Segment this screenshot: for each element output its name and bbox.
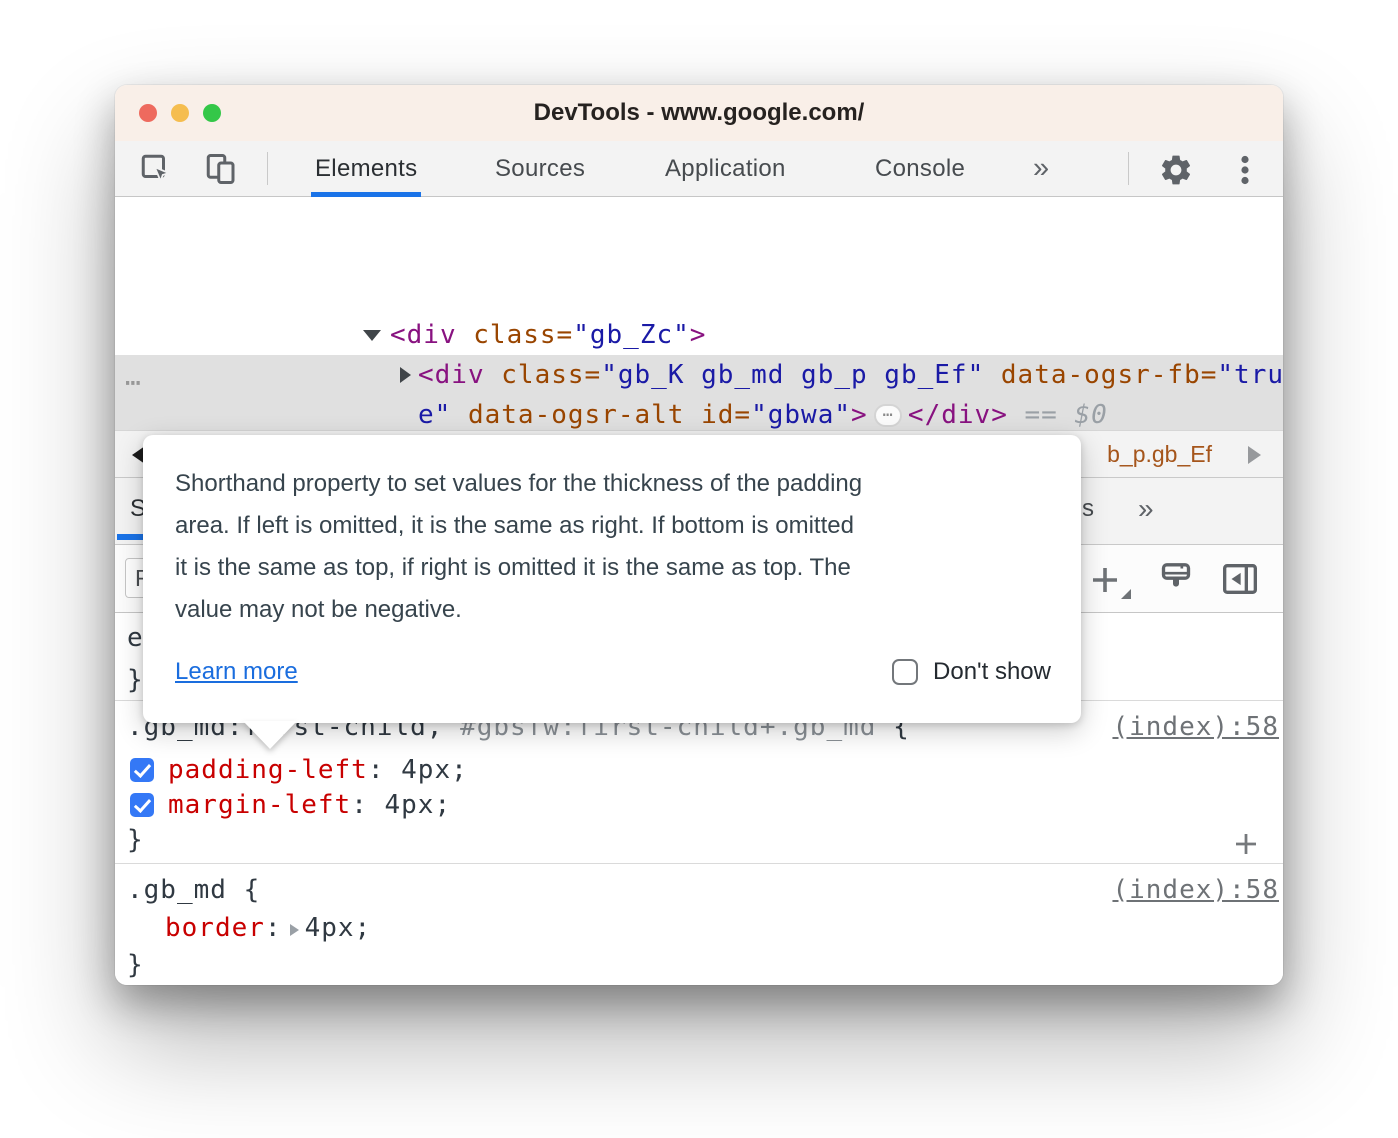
- dont-show-checkbox[interactable]: [892, 659, 918, 685]
- toolbar-divider: [1128, 152, 1129, 185]
- minimize-window-button[interactable]: [171, 104, 189, 122]
- rendering-brush-icon[interactable]: [1156, 559, 1196, 599]
- property-name[interactable]: margin-left: [168, 790, 351, 820]
- device-toolbar-icon[interactable]: [203, 151, 239, 187]
- tooltip-text-line: it is the same as top, if right is omitt…: [175, 547, 1051, 589]
- dom-node-selected-line-1[interactable]: <div class="gb_K gb_md gb_p gb_Ef" data-…: [418, 355, 1283, 395]
- breadcrumb-crumb[interactable]: b_p.gb_Ef: [1107, 431, 1212, 477]
- dont-show-control: Don't show: [892, 658, 1051, 686]
- tab-sources-label: Sources: [495, 155, 585, 182]
- css-declaration[interactable]: margin-left: 4px;: [168, 785, 451, 825]
- elements-tree-panel: ⋯ <div class="gb_Zc"> <div class="gb_K g…: [115, 197, 1283, 430]
- zoom-window-button[interactable]: [203, 104, 221, 122]
- tab-console-label: Console: [875, 155, 965, 182]
- colon: :: [265, 913, 282, 943]
- property-name[interactable]: padding-left: [168, 755, 368, 785]
- css-declaration[interactable]: padding-left: 4px;: [168, 750, 468, 790]
- tab-application-label: Application: [665, 155, 786, 182]
- tooltip-text-line: value may not be negative.: [175, 589, 1051, 631]
- sidebar-tab-fragment[interactable]: s: [1082, 478, 1094, 540]
- breadcrumb-scroll-right-icon[interactable]: [1248, 446, 1261, 464]
- tooltip-tail: [243, 721, 297, 749]
- dom-node-selected-line-2[interactable]: e" data-ogsr-alt id="gbwa">⋯</div> == $0: [418, 395, 1108, 430]
- property-name[interactable]: border: [165, 913, 265, 943]
- tab-application[interactable]: Application: [665, 141, 786, 197]
- property-checkbox-padding-left[interactable]: [130, 758, 154, 782]
- settings-gear-icon[interactable]: [1158, 152, 1194, 188]
- property-checkbox-margin-left[interactable]: [130, 793, 154, 817]
- learn-more-link[interactable]: Learn more: [175, 658, 298, 686]
- main-toolbar: Elements Sources Application Console »: [115, 141, 1283, 197]
- close-window-button[interactable]: [139, 104, 157, 122]
- tab-elements-label: Elements: [315, 155, 417, 182]
- tooltip-footer: Learn more Don't show: [175, 658, 1051, 686]
- dom-row-overflow-menu-icon[interactable]: ⋯: [125, 363, 140, 403]
- dont-show-label: Don't show: [933, 658, 1051, 686]
- traffic-lights: [139, 104, 221, 122]
- dom-node-line[interactable]: <div class="gb_Zc">: [390, 315, 706, 355]
- rule-close-brace: }: [127, 945, 144, 985]
- insert-declaration-plus-icon[interactable]: [1231, 829, 1261, 859]
- expand-arrow-icon[interactable]: [400, 367, 411, 383]
- tab-console[interactable]: Console: [875, 141, 965, 197]
- sidebar-more-tabs-icon[interactable]: »: [1138, 478, 1154, 540]
- tooltip-text-line: area. If left is omitted, it is the same…: [175, 505, 1051, 547]
- collapse-arrow-icon[interactable]: [363, 330, 381, 341]
- shorthand-expand-arrow-icon[interactable]: [290, 924, 299, 936]
- tab-elements[interactable]: Elements: [315, 141, 417, 197]
- element-style-close-brace: }: [127, 660, 144, 700]
- inspect-element-icon[interactable]: [138, 151, 174, 187]
- stylesheet-source-link[interactable]: (index):58: [1112, 707, 1279, 747]
- more-tabs-icon[interactable]: »: [1033, 141, 1049, 195]
- stylesheet-source-link[interactable]: (index):58: [1112, 870, 1279, 910]
- titlebar: DevTools - www.google.com/: [115, 85, 1283, 142]
- new-style-rule-dropdown-icon[interactable]: [1121, 589, 1131, 599]
- kebab-menu-icon[interactable]: [1227, 152, 1263, 188]
- new-style-rule-icon[interactable]: [1087, 562, 1123, 598]
- property-value[interactable]: 4px;: [305, 913, 372, 943]
- toggle-sidebar-panel-icon[interactable]: [1220, 559, 1260, 599]
- window-title: DevTools - www.google.com/: [115, 85, 1283, 141]
- css-rule-selector[interactable]: .gb_md {: [127, 870, 260, 910]
- toolbar-divider: [267, 152, 268, 185]
- rule-divider: [115, 863, 1283, 864]
- property-value[interactable]: : 4px;: [368, 755, 468, 785]
- tooltip-text-line: Shorthand property to set values for the…: [175, 463, 1051, 505]
- property-doc-tooltip: Shorthand property to set values for the…: [143, 435, 1081, 723]
- tab-sources[interactable]: Sources: [495, 141, 585, 197]
- css-declaration[interactable]: border:4px;: [165, 908, 371, 948]
- rule-close-brace: }: [127, 820, 144, 860]
- devtools-window: DevTools - www.google.com/ Elements Sour…: [115, 85, 1283, 985]
- property-value[interactable]: : 4px;: [351, 790, 451, 820]
